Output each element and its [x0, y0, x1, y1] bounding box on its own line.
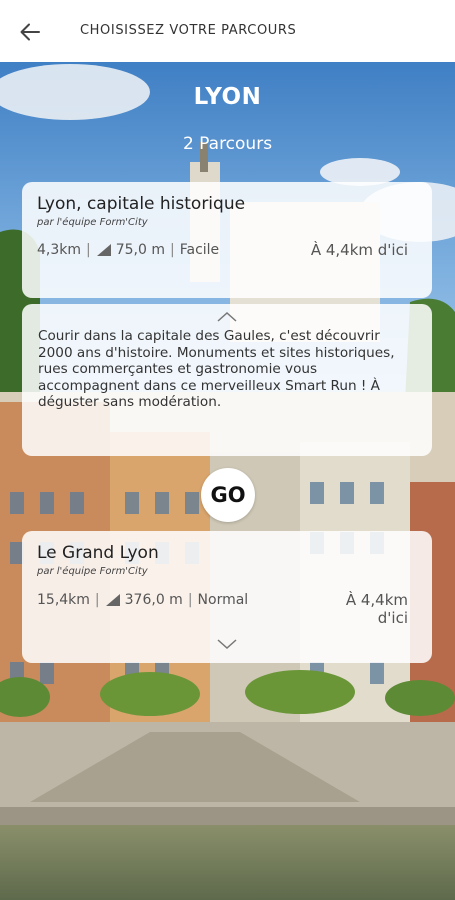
separator: |: [187, 592, 193, 608]
elevation-icon: [105, 594, 120, 606]
route-stats: 15,4km | 376,0 m | Normal: [37, 592, 248, 608]
chevron-up-icon[interactable]: [217, 312, 237, 322]
route-distance-from-user: À 4,4km d'ici: [310, 241, 408, 259]
chevron-down-icon[interactable]: [217, 639, 237, 649]
back-button[interactable]: [14, 16, 46, 48]
route-difficulty: Facile: [179, 242, 220, 258]
arrow-left-icon: [20, 23, 40, 41]
route-distance: 15,4km: [37, 592, 90, 608]
go-button[interactable]: GO: [201, 468, 255, 522]
top-bar: CHOISISSEZ VOTRE PARCOURS: [0, 0, 455, 62]
route-description-card: Courir dans la capitale des Gaules, c'es…: [22, 304, 432, 456]
distance-line-2: d'ici: [377, 609, 408, 627]
route-description: Courir dans la capitale des Gaules, c'es…: [38, 328, 395, 410]
route-name: Le Grand Lyon: [37, 543, 159, 563]
elevation-icon: [96, 244, 111, 256]
route-name: Lyon, capitale historique: [37, 194, 246, 214]
route-elevation: 75,0 m: [115, 242, 165, 258]
separator: |: [170, 242, 175, 258]
route-distance: 4,3km: [37, 242, 82, 258]
city-name: LYON: [193, 84, 262, 110]
route-stats: 4,3km | 75,0 m | Facile: [37, 242, 219, 258]
page-title: CHOISISSEZ VOTRE PARCOURS: [80, 23, 297, 38]
separator: |: [86, 242, 91, 258]
separator: |: [94, 592, 100, 608]
distance-line-1: À 4,4km: [345, 591, 408, 609]
route-author: par l'équipe Form'City: [37, 566, 148, 577]
route-elevation: 376,0 m: [124, 592, 183, 608]
route-card-lyon-capitale[interactable]: Lyon, capitale historique par l'équipe F…: [22, 182, 432, 298]
route-author: par l'équipe Form'City: [37, 217, 148, 228]
route-card-grand-lyon[interactable]: Le Grand Lyon par l'équipe Form'City 15,…: [22, 531, 432, 663]
route-distance-from-user: À 4,4km d'ici: [346, 591, 408, 627]
route-count: 2 Parcours: [182, 134, 273, 154]
route-difficulty: Normal: [197, 592, 249, 608]
